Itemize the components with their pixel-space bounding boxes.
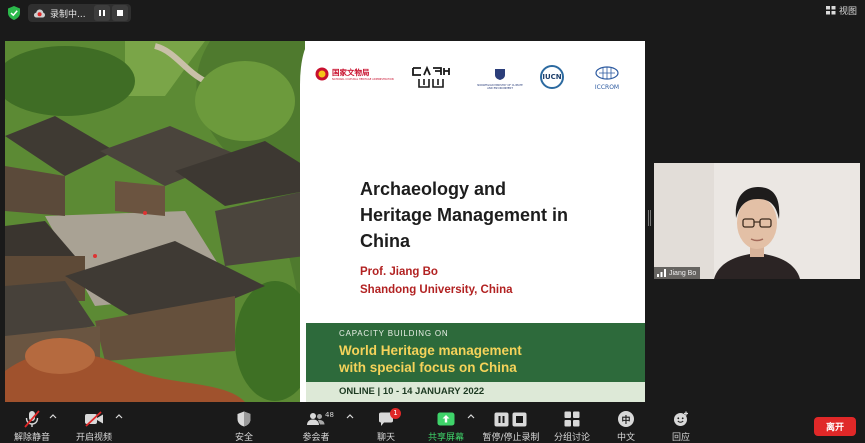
participants-icon bbox=[307, 413, 325, 425]
banner-title-line: with special focus on China bbox=[339, 360, 517, 375]
participant-name: Jiang Bo bbox=[669, 269, 697, 277]
video-options-caret-icon[interactable] bbox=[115, 413, 123, 419]
zoom-meeting-window: 录制中... 视图 国家文物局 NATIONAL CULTURAL HERITA… bbox=[0, 0, 865, 443]
iucn-text: IUCN bbox=[542, 73, 562, 81]
iucn-logo: IUCN bbox=[540, 65, 564, 89]
pause-stop-recording-label: 暂停/停止录制 bbox=[482, 433, 540, 443]
start-video-button[interactable]: 开启视频 bbox=[74, 405, 114, 443]
security-button[interactable]: 安全 bbox=[229, 405, 259, 443]
recording-label: 录制中... bbox=[50, 9, 86, 20]
pause-stop-recording-icon bbox=[494, 412, 527, 426]
stop-recording-button[interactable] bbox=[112, 5, 128, 21]
course-banner: CAPACITY BUILDING ON World Heritage mana… bbox=[306, 323, 645, 382]
iccrom-logo: ICCROM bbox=[590, 65, 624, 91]
chat-unread-badge: 1 bbox=[390, 408, 401, 419]
view-label: 视图 bbox=[838, 7, 857, 17]
iccrom-globe-icon bbox=[595, 66, 619, 80]
participant-video-feed bbox=[654, 163, 860, 279]
participant-video-tile[interactable]: Jiang Bo bbox=[654, 163, 860, 279]
norway-text: NORWEGIAN MINISTRY OF CLIMATE AND ENVIRO… bbox=[477, 84, 523, 91]
grid-view-icon bbox=[825, 6, 836, 15]
slide-title-line: China bbox=[360, 231, 411, 251]
date-strip: ONLINE | 10 - 14 JANUARY 2022 bbox=[306, 382, 645, 402]
cach-logo bbox=[412, 65, 450, 88]
slide-title-line: Archaeology and bbox=[360, 179, 507, 199]
language-globe-icon: 中 bbox=[618, 411, 634, 427]
national-emblem-icon bbox=[315, 67, 329, 81]
pause-recording-button[interactable] bbox=[94, 5, 110, 21]
chat-button[interactable]: 1 聊天 bbox=[374, 405, 401, 443]
ncha-logo: 国家文物局 NATIONAL CULTURAL HERITAGE ADMINIS… bbox=[315, 67, 394, 81]
presenter-block: Prof. Jiang Bo Shandong University, Chin… bbox=[360, 263, 513, 299]
start-video-label: 开启视频 bbox=[75, 433, 112, 443]
event-date: ONLINE | 10 - 14 JANUARY 2022 bbox=[339, 386, 485, 397]
pause-icon bbox=[99, 10, 105, 16]
share-screen-label: 共享屏幕 bbox=[427, 433, 464, 443]
shared-screen-slide: 国家文物局 NATIONAL CULTURAL HERITAGE ADMINIS… bbox=[5, 41, 645, 402]
cloud-recording-icon bbox=[34, 9, 45, 17]
banner-kicker: CAPACITY BUILDING ON bbox=[339, 329, 449, 338]
pause-stop-recording-button[interactable]: 暂停/停止录制 bbox=[482, 405, 540, 443]
banner-title: World Heritage management with special f… bbox=[339, 342, 522, 376]
stop-icon bbox=[117, 10, 123, 16]
emoji-reaction-icon bbox=[674, 411, 688, 426]
participant-name-tag: Jiang Bo bbox=[654, 267, 701, 279]
partner-logos: 国家文物局 NATIONAL CULTURAL HERITAGE ADMINIS… bbox=[315, 63, 635, 97]
signal-strength-icon bbox=[657, 269, 666, 277]
share-screen-icon bbox=[437, 412, 455, 426]
share-options-caret-icon[interactable] bbox=[467, 413, 475, 419]
recording-indicator: 录制中... bbox=[28, 4, 131, 22]
share-screen-button[interactable]: 共享屏幕 bbox=[426, 405, 466, 443]
iccrom-text: ICCROM bbox=[594, 84, 620, 91]
participants-options-caret-icon[interactable] bbox=[346, 413, 354, 419]
breakout-rooms-label: 分组讨论 bbox=[553, 433, 590, 443]
slide-title: Archaeology and Heritage Management in C… bbox=[360, 176, 610, 254]
banner-title-line: World Heritage management bbox=[339, 343, 522, 358]
participants-label: 参会者 bbox=[302, 433, 330, 443]
presenter-name: Prof. Jiang Bo bbox=[360, 266, 438, 278]
shield-icon bbox=[237, 411, 251, 427]
presenter-affiliation: Shandong University, China bbox=[360, 284, 513, 296]
participants-count: 48 bbox=[325, 411, 334, 419]
video-off-icon bbox=[85, 411, 103, 427]
norway-crest-icon bbox=[495, 69, 505, 80]
leave-meeting-button[interactable]: 离开 bbox=[814, 417, 856, 436]
slide-title-line: Heritage Management in bbox=[360, 205, 569, 225]
language-button[interactable]: 中 中文 bbox=[612, 405, 640, 443]
muted-microphone-icon bbox=[24, 410, 40, 428]
security-label: 安全 bbox=[234, 433, 253, 443]
language-label: 中文 bbox=[616, 433, 635, 443]
reactions-label: 回应 bbox=[671, 433, 690, 443]
participants-button[interactable]: 48 参会者 bbox=[298, 405, 334, 443]
norway-ministry-logo: NORWEGIAN MINISTRY OF CLIMATE AND ENVIRO… bbox=[475, 65, 525, 90]
chat-label: 聊天 bbox=[376, 433, 395, 443]
breakout-rooms-icon bbox=[564, 411, 580, 427]
splitter-handle[interactable] bbox=[648, 210, 651, 226]
unmute-label: 解除静音 bbox=[13, 433, 50, 443]
audio-options-caret-icon[interactable] bbox=[49, 413, 57, 419]
reactions-button[interactable]: 回应 bbox=[667, 405, 695, 443]
security-shield-icon[interactable] bbox=[8, 6, 20, 20]
heritage-village-photo bbox=[5, 41, 305, 402]
meeting-toolbar: 解除静音 开启视频 安全 48 参会者 1 聊天 共享屏幕 暂停/停止录制 分组… bbox=[0, 405, 865, 443]
ncha-subtext: NATIONAL CULTURAL HERITAGE ADMINISTRATIO… bbox=[332, 78, 394, 81]
unmute-button[interactable]: 解除静音 bbox=[12, 405, 52, 443]
view-button[interactable]: 视图 bbox=[825, 4, 857, 17]
breakout-rooms-button[interactable]: 分组讨论 bbox=[552, 405, 592, 443]
top-bar: 录制中... 视图 bbox=[0, 0, 865, 26]
ncha-text: 国家文物局 bbox=[332, 68, 370, 77]
